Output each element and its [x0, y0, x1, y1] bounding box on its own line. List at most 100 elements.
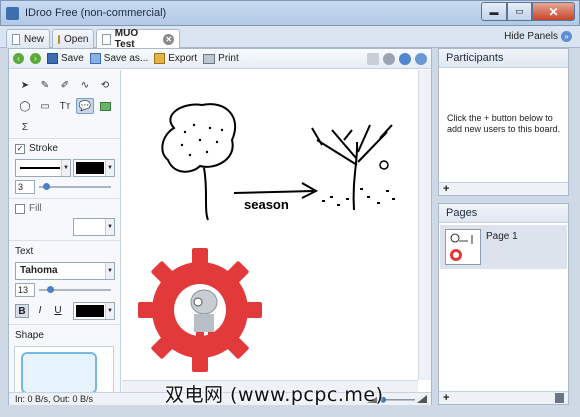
tab-new-label: New — [23, 33, 44, 45]
app-icon — [6, 7, 19, 20]
tab-bar: New Open MUO Test ✕ Hide Panels » — [0, 26, 580, 50]
image-icon[interactable] — [96, 98, 114, 114]
gear-illustration — [138, 248, 262, 372]
window-title: IDroo Free (non-commercial) — [25, 7, 167, 19]
maximize-button[interactable]: ▭ — [507, 2, 532, 21]
minimize-button[interactable]: ▬ — [481, 2, 507, 21]
participants-panel: Participants Click the + button below to… — [438, 48, 569, 196]
pages-footer: + — [439, 391, 568, 404]
hide-panels-label: Hide Panels — [504, 31, 558, 42]
underline-button[interactable]: U — [51, 304, 65, 318]
help-icon[interactable] — [415, 53, 427, 65]
page-label: Page 1 — [486, 231, 518, 242]
font-size-slider-thumb[interactable] — [47, 286, 54, 293]
chevron-down-icon: ▼ — [61, 160, 70, 176]
divider — [9, 138, 120, 139]
vertical-scrollbar[interactable] — [418, 70, 431, 380]
font-family-select[interactable]: Tahoma ▼ — [15, 262, 115, 280]
highlighter-icon[interactable]: ✐ — [56, 77, 74, 93]
pages-panel: Pages Page 1 + — [438, 203, 569, 405]
tab-new[interactable]: New — [6, 29, 50, 48]
select-arrow-icon[interactable]: ➤ — [16, 77, 34, 93]
divider — [9, 240, 120, 241]
text-label: Text — [15, 246, 34, 257]
save-button[interactable]: Save — [47, 53, 84, 64]
text-tool-icon[interactable]: Tт — [56, 98, 74, 114]
stroke-style-select[interactable]: ▼ — [15, 159, 71, 177]
chevron-right-icon: » — [561, 31, 572, 42]
stroke-checkbox[interactable]: ✓ — [15, 144, 25, 154]
chevron-down-icon: ▼ — [105, 219, 114, 235]
stroke-slider-thumb[interactable] — [43, 183, 50, 190]
rectangle-icon[interactable]: ▭ — [36, 98, 54, 114]
text-color-select[interactable]: ▼ — [73, 302, 115, 320]
save-label: Save — [61, 53, 84, 64]
canvas-drawing: season — [138, 103, 395, 372]
stroke-width-input[interactable]: 3 — [15, 180, 35, 194]
tab-close-icon[interactable]: ✕ — [163, 33, 174, 45]
export-icon — [154, 53, 166, 64]
callout-icon[interactable]: 💬 — [76, 98, 94, 114]
stroke-label: Stroke — [29, 143, 58, 154]
folder-icon — [58, 34, 60, 44]
annotation-season: season — [244, 197, 289, 212]
back-button[interactable]: ‹ — [13, 53, 24, 64]
bold-button[interactable]: B — [15, 304, 29, 318]
save-as-label: Save as... — [103, 53, 149, 64]
new-document-icon — [12, 33, 20, 45]
pages-title: Pages — [439, 204, 568, 223]
close-button[interactable]: ✕ — [532, 2, 575, 21]
fill-checkbox[interactable] — [15, 204, 25, 214]
page-thumbnail — [445, 229, 481, 265]
save-as-icon — [89, 53, 101, 64]
print-button[interactable]: Print — [203, 53, 239, 64]
tab-muo-test[interactable]: MUO Test ✕ — [96, 28, 180, 50]
fill-label: Fill — [29, 203, 42, 214]
traffic-status: In: 0 B/s, Out: 0 B/s — [15, 394, 94, 404]
connector-icon[interactable]: ⟲ — [96, 77, 114, 93]
page-item[interactable]: Page 1 — [440, 225, 567, 269]
editor-toolbar: ‹ › Save Save as... Export Print — [9, 49, 431, 69]
export-button[interactable]: Export — [154, 53, 197, 64]
ellipse-icon[interactable]: ◯ — [16, 98, 34, 114]
window-controls: ▬ ▭ ✕ — [481, 2, 575, 21]
export-label: Export — [168, 53, 198, 64]
trash-icon[interactable] — [555, 393, 564, 403]
add-user-button[interactable]: + — [443, 183, 449, 195]
whiteboard-canvas[interactable]: season — [122, 70, 418, 380]
fill-color-select[interactable]: ▼ — [73, 218, 115, 236]
stroke-color-select[interactable]: ▼ — [73, 159, 115, 177]
font-name: Tahoma — [20, 265, 58, 276]
italic-button[interactable]: I — [33, 304, 47, 318]
tools-panel: ➤ ✎ ✐ ∿ ⟲ ◯ ▭ Tт 💬 Σ ✓ Stroke ▼ ▼ 3 Fill — [9, 70, 121, 404]
print-label: Print — [218, 53, 239, 64]
info-icon[interactable] — [399, 53, 411, 65]
editor-area: ‹ › Save Save as... Export Print ➤ ✎ ✐ ∿… — [8, 48, 432, 405]
hide-panels-button[interactable]: Hide Panels » — [504, 31, 572, 42]
watermark-text: 双电网 (www.pcpc.me) — [165, 384, 384, 406]
formula-sigma-icon[interactable]: Σ — [16, 119, 34, 135]
tab-doc-label: MUO Test — [114, 28, 139, 50]
stroke-line-preview — [20, 167, 60, 169]
chevron-down-icon: ▼ — [105, 160, 114, 176]
freehand-icon[interactable]: ∿ — [76, 77, 94, 93]
settings-gear-icon[interactable] — [383, 53, 395, 65]
participants-footer: + — [439, 182, 568, 195]
participants-hint: Click the + button below to add new user… — [447, 113, 561, 134]
fullscreen-icon[interactable] — [367, 53, 379, 65]
save-as-button[interactable]: Save as... — [89, 53, 149, 64]
shape-preview — [21, 352, 97, 394]
add-page-button[interactable]: + — [443, 392, 449, 404]
tab-open-label: Open — [64, 33, 89, 45]
font-size-input[interactable]: 13 — [15, 283, 35, 297]
divider — [9, 324, 120, 325]
document-icon — [102, 33, 111, 45]
tab-open[interactable]: Open — [52, 29, 94, 48]
chevron-down-icon: ▼ — [105, 303, 114, 319]
participants-title: Participants — [439, 49, 568, 68]
forward-button[interactable]: › — [30, 53, 41, 64]
print-icon — [203, 53, 216, 64]
stroke-color-swatch — [76, 162, 104, 174]
text-color-swatch — [76, 305, 104, 317]
pencil-icon[interactable]: ✎ — [36, 77, 54, 93]
